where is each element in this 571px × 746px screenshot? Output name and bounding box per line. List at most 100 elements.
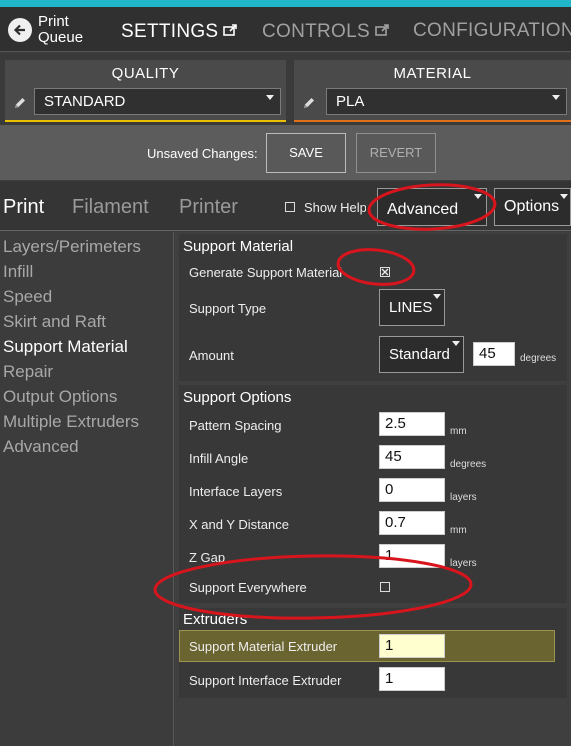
support-interface-extruder-row: Support Interface Extruder 1: [179, 665, 567, 695]
revert-button[interactable]: REVERT: [356, 133, 436, 173]
subtab-print[interactable]: Print: [3, 196, 44, 219]
advanced-dropdown[interactable]: Advanced: [377, 188, 487, 226]
support-options-title: Support Options: [183, 389, 292, 406]
interface-layers-unit: layers: [450, 492, 477, 503]
material-preset: MATERIAL PLA: [294, 60, 571, 122]
unsaved-changes-bar: Unsaved Changes: SAVE REVERT: [0, 125, 571, 180]
top-accent-strip: [0, 0, 571, 7]
infill-angle-input[interactable]: 45: [379, 445, 445, 469]
tab-controls-label: CONTROLS: [262, 21, 370, 42]
sidebar-item-repair[interactable]: Repair: [0, 359, 141, 384]
support-type-select[interactable]: LINES: [379, 289, 445, 326]
sidebar-item-infill[interactable]: Infill: [0, 259, 141, 284]
sidebar-item-layers-perimeters[interactable]: Layers/Perimeters: [0, 234, 141, 259]
tab-configuration-label: CONFIGURATION: [413, 20, 571, 41]
support-material-title: Support Material: [183, 238, 294, 255]
amount-select[interactable]: Standard: [379, 336, 464, 373]
xy-distance-row: X and Y Distance 0.7 mm: [179, 510, 567, 540]
settings-subtabs: Print Filament Printer Show Help Advance…: [0, 181, 571, 231]
amount-input[interactable]: 45: [473, 342, 515, 366]
settings-sidebar: Layers/Perimeters Infill Speed Skirt and…: [0, 232, 174, 746]
show-help-checkbox[interactable]: [285, 202, 295, 212]
generate-support-checkbox[interactable]: [380, 267, 390, 277]
quality-value: STANDARD: [44, 93, 126, 110]
checkmark-x-icon: [381, 268, 389, 276]
sidebar-item-output-options[interactable]: Output Options: [0, 384, 141, 409]
pencil-icon[interactable]: [13, 96, 27, 110]
subtab-printer[interactable]: Printer: [179, 196, 238, 219]
pattern-spacing-input[interactable]: 2.5: [379, 412, 445, 436]
support-everywhere-label: Support Everywhere: [189, 580, 307, 595]
subtab-filament[interactable]: Filament: [72, 196, 149, 219]
quality-select[interactable]: STANDARD: [34, 88, 281, 115]
support-type-row: Support Type LINES: [179, 289, 567, 327]
support-everywhere-row: Support Everywhere: [179, 573, 567, 603]
amount-label: Amount: [189, 348, 234, 363]
generate-support-label: Generate Support Material: [189, 265, 343, 280]
preset-bar: QUALITY STANDARD MATERIAL PLA: [0, 53, 571, 125]
tab-settings[interactable]: SETTINGS: [121, 20, 238, 43]
support-interface-extruder-label: Support Interface Extruder: [189, 673, 342, 688]
support-interface-extruder-input[interactable]: 1: [379, 667, 445, 691]
chevron-down-icon: [474, 194, 482, 199]
support-options-group: Support Options Pattern Spacing 2.5 mm I…: [179, 385, 567, 603]
tab-settings-label: SETTINGS: [121, 21, 219, 42]
chevron-down-icon: [433, 294, 441, 299]
z-gap-row: Z Gap 1 layers: [179, 543, 567, 573]
sidebar-item-speed[interactable]: Speed: [0, 284, 141, 309]
xy-distance-unit: mm: [450, 525, 467, 536]
quality-preset: QUALITY STANDARD: [5, 60, 286, 122]
pencil-icon[interactable]: [302, 96, 316, 110]
z-gap-input[interactable]: 1: [379, 544, 445, 568]
interface-layers-label: Interface Layers: [189, 484, 283, 499]
top-nav: Print Queue SETTINGS CONTROLS CONFIGURAT…: [0, 7, 571, 52]
back-label: Print Queue: [38, 13, 84, 46]
back-to-print-queue[interactable]: Print Queue: [8, 13, 98, 47]
options-label: Options: [504, 198, 560, 215]
amount-select-value: Standard: [389, 346, 450, 363]
pattern-spacing-label: Pattern Spacing: [189, 418, 282, 433]
sidebar-item-support-material[interactable]: Support Material: [0, 334, 141, 359]
options-dropdown[interactable]: Options: [494, 188, 571, 226]
generate-support-row: Generate Support Material: [179, 258, 567, 288]
chevron-down-icon: [266, 95, 274, 100]
infill-angle-unit: degrees: [450, 459, 487, 470]
support-type-label: Support Type: [189, 301, 267, 316]
support-type-value: LINES: [389, 299, 433, 316]
support-material-extruder-input[interactable]: 1: [379, 634, 445, 658]
sidebar-item-advanced[interactable]: Advanced: [0, 434, 141, 459]
material-select[interactable]: PLA: [326, 88, 567, 115]
sidebar-item-multiple-extruders[interactable]: Multiple Extruders: [0, 409, 141, 434]
amount-row: Amount Standard 45 degrees: [179, 336, 567, 374]
tab-controls[interactable]: CONTROLS: [262, 20, 389, 43]
xy-distance-label: X and Y Distance: [189, 517, 289, 532]
support-everywhere-checkbox[interactable]: [380, 582, 390, 592]
amount-unit: degrees: [520, 353, 557, 364]
support-material-extruder-row: Support Material Extruder 1: [179, 630, 555, 662]
chevron-down-icon: [452, 341, 460, 346]
settings-panel: Support Material Generate Support Materi…: [175, 232, 571, 746]
z-gap-label: Z Gap: [189, 550, 226, 565]
popout-icon: [223, 20, 238, 42]
infill-angle-row: Infill Angle 45 degrees: [179, 444, 567, 474]
material-title: MATERIAL: [393, 65, 472, 82]
quality-title: QUALITY: [111, 65, 180, 82]
xy-distance-input[interactable]: 0.7: [379, 511, 445, 535]
extruders-title: Extruders: [183, 611, 248, 628]
z-gap-unit: layers: [450, 558, 477, 569]
chevron-down-icon: [560, 194, 568, 199]
infill-angle-label: Infill Angle: [189, 451, 249, 466]
popout-icon: [375, 20, 389, 42]
tab-configuration[interactable]: CONFIGURATION: [413, 20, 571, 42]
support-material-group: Support Material Generate Support Materi…: [179, 234, 567, 381]
save-button[interactable]: SAVE: [266, 133, 346, 173]
show-help-label: Show Help: [304, 200, 366, 215]
chevron-down-icon: [552, 95, 560, 100]
advanced-label: Advanced: [387, 201, 459, 218]
interface-layers-row: Interface Layers 0 layers: [179, 477, 567, 507]
material-value: PLA: [336, 93, 365, 110]
extruders-group: Extruders Support Material Extruder 1 Su…: [179, 608, 567, 698]
interface-layers-input[interactable]: 0: [379, 478, 445, 502]
support-material-extruder-label: Support Material Extruder: [189, 639, 338, 654]
sidebar-item-skirt-and-raft[interactable]: Skirt and Raft: [0, 309, 141, 334]
